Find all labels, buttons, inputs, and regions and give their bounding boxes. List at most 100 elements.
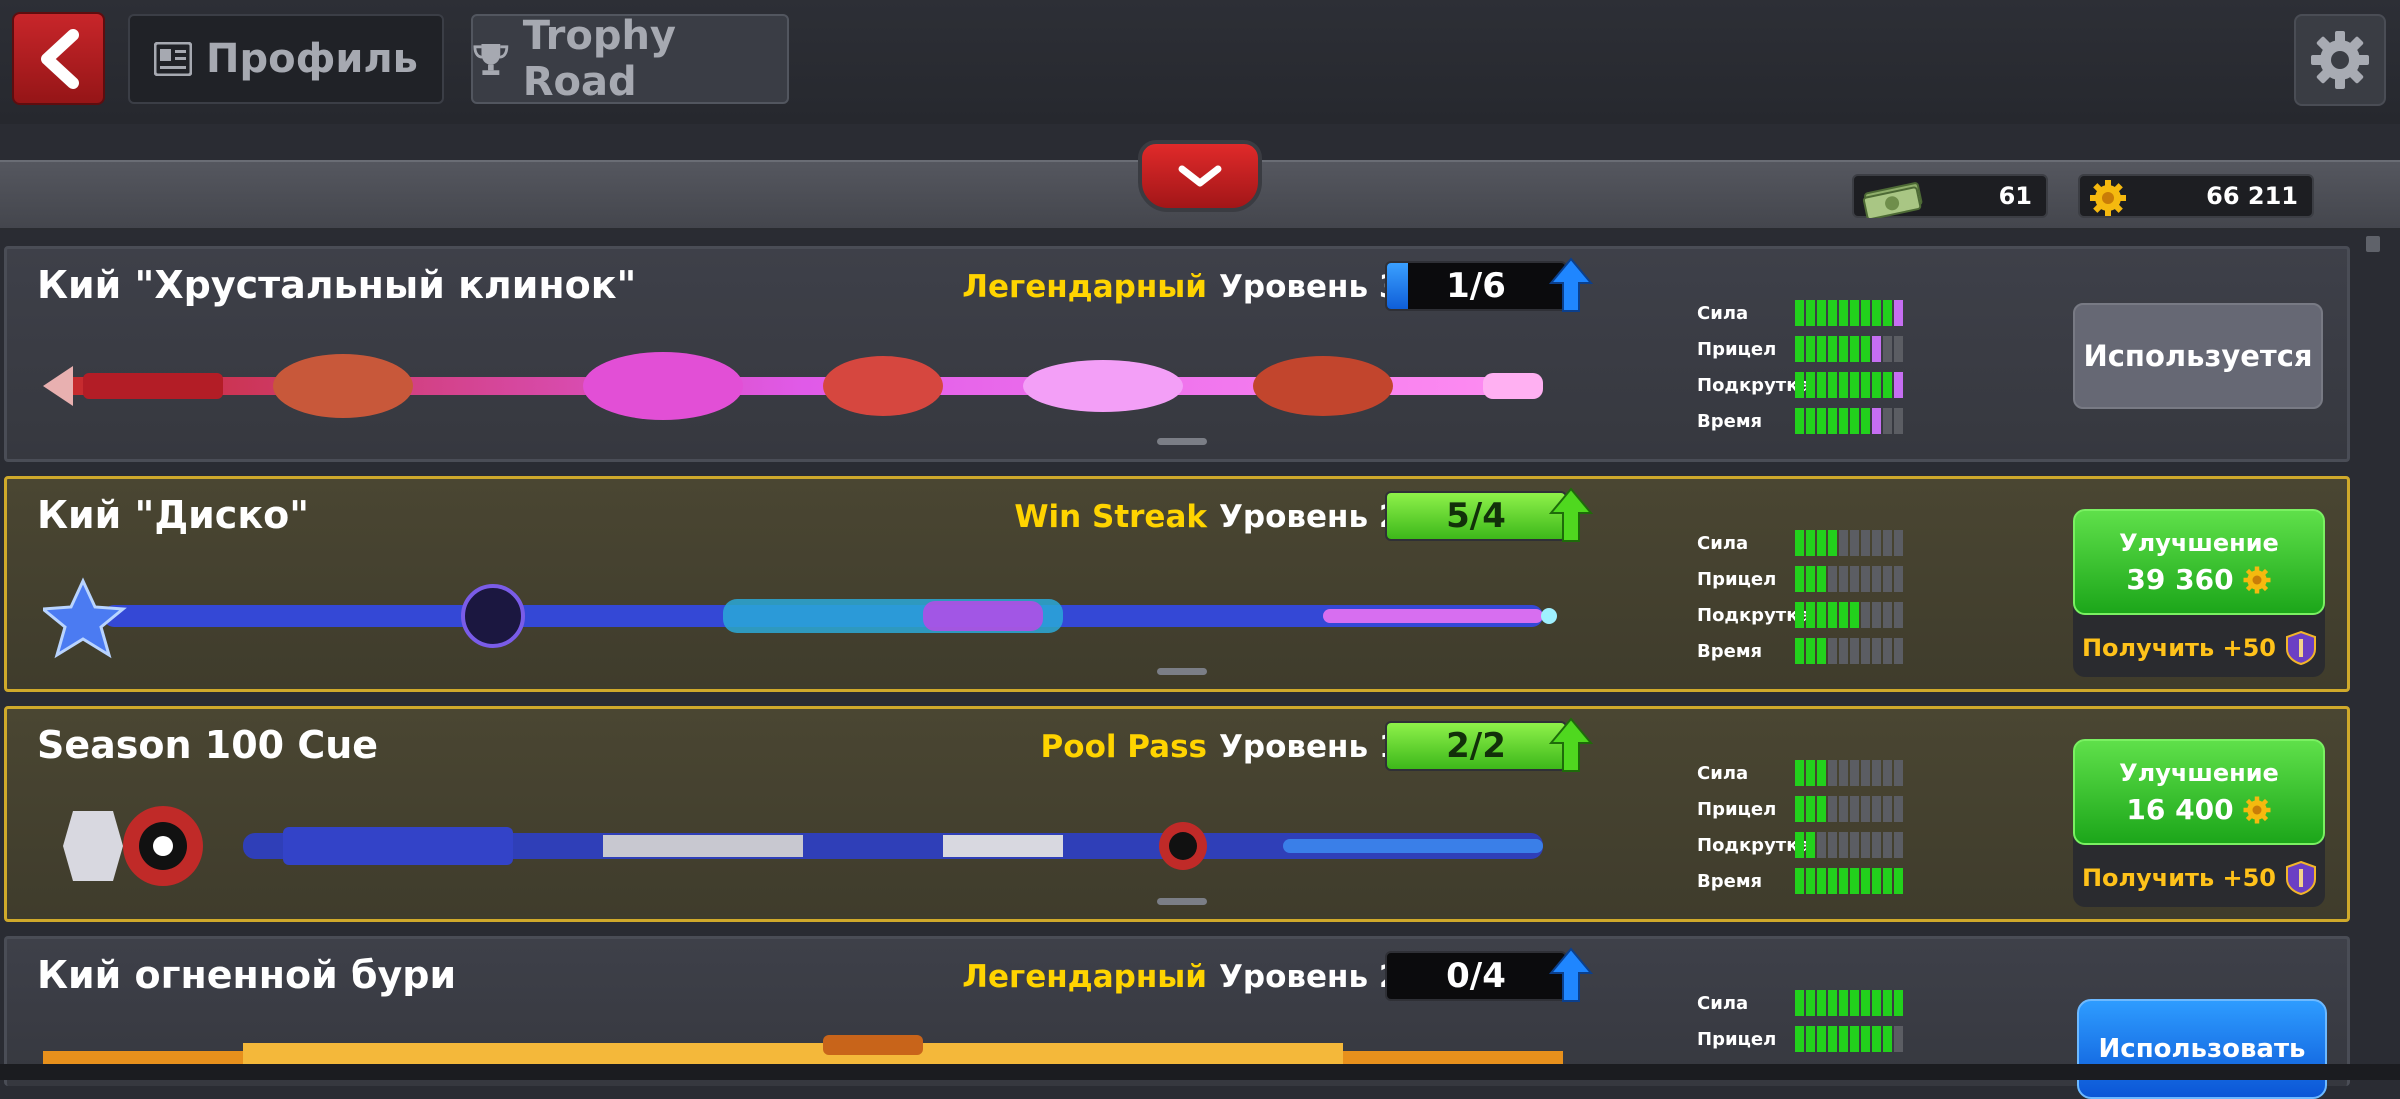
stat-segment bbox=[1806, 868, 1815, 894]
stat-segment bbox=[1850, 638, 1859, 664]
stat-segment bbox=[1817, 1026, 1826, 1052]
stat-segment bbox=[1795, 832, 1804, 858]
stat-segment bbox=[1861, 868, 1870, 894]
stat-segment bbox=[1872, 336, 1881, 362]
stat-bar bbox=[1795, 566, 1903, 592]
stat-segment bbox=[1828, 990, 1837, 1016]
settings-button[interactable] bbox=[2294, 14, 2386, 106]
use-button[interactable]: Использовать bbox=[2077, 999, 2327, 1099]
stat-label: Подкрутка bbox=[1697, 374, 1811, 396]
stat-segment bbox=[1883, 760, 1892, 786]
top-bar: Профиль Trophy Road bbox=[0, 0, 2400, 124]
in-use-button[interactable]: Используется bbox=[2073, 303, 2323, 409]
cue-name: Кий "Хрустальный клинок" bbox=[37, 263, 637, 307]
cue-piece-icon bbox=[2286, 861, 2317, 895]
stat-segment bbox=[1828, 372, 1837, 398]
back-button[interactable] bbox=[12, 12, 105, 105]
scrollbar[interactable] bbox=[2366, 236, 2380, 252]
cue-rarity: Легендарный bbox=[962, 269, 1207, 305]
stat-segment bbox=[1817, 566, 1826, 592]
stat-label: Сила bbox=[1697, 762, 1749, 784]
stat-spin: Подкрутка bbox=[1697, 827, 1903, 863]
stat-segment bbox=[1883, 990, 1892, 1016]
stat-segment bbox=[1850, 1026, 1859, 1052]
tab-profile[interactable]: Профиль bbox=[128, 14, 444, 104]
stat-segment bbox=[1817, 760, 1826, 786]
stat-segment bbox=[1894, 990, 1903, 1016]
stat-segment bbox=[1861, 300, 1870, 326]
stat-time: Время bbox=[1697, 633, 1903, 669]
stat-segment bbox=[1872, 530, 1881, 556]
upgrade-button[interactable]: Улучшение 16 400 bbox=[2073, 739, 2325, 845]
stat-segment bbox=[1806, 372, 1815, 398]
collapse-button[interactable] bbox=[1138, 140, 1262, 212]
upgrade-button[interactable]: Улучшение 39 360 bbox=[2073, 509, 2325, 615]
stat-segment bbox=[1828, 868, 1837, 894]
stat-segment bbox=[1850, 530, 1859, 556]
level-progress-text: 0/4 bbox=[1446, 956, 1506, 996]
stat-spin: Подкрутка bbox=[1697, 597, 1903, 633]
stat-label: Прицел bbox=[1697, 568, 1777, 590]
level-up-arrow-icon bbox=[1549, 717, 1593, 772]
stat-label: Время bbox=[1697, 640, 1763, 662]
stat-segment bbox=[1795, 530, 1804, 556]
get-pieces-label: Получить +50 bbox=[2081, 864, 2277, 892]
cue-name: Кий огненной бури bbox=[37, 953, 457, 997]
get-pieces-button[interactable]: Получить +50 bbox=[2073, 623, 2325, 673]
stat-power: Сила bbox=[1697, 525, 1903, 561]
stat-segment bbox=[1894, 832, 1903, 858]
stat-label: Сила bbox=[1697, 532, 1749, 554]
cash-value: 61 bbox=[1998, 182, 2032, 210]
stat-segment bbox=[1850, 990, 1859, 1016]
stat-segment bbox=[1883, 602, 1892, 628]
level-up-arrow-icon bbox=[1549, 947, 1593, 1002]
stat-segment bbox=[1861, 796, 1870, 822]
back-arrow-icon bbox=[40, 28, 79, 89]
stat-segment bbox=[1795, 990, 1804, 1016]
stat-segment bbox=[1850, 796, 1859, 822]
stat-segment bbox=[1894, 300, 1903, 326]
stat-segment bbox=[1883, 336, 1892, 362]
stat-segment bbox=[1795, 336, 1804, 362]
cue-row-crystal-blade[interactable]: Кий "Хрустальный клинок" Легендарный Уро… bbox=[4, 246, 2350, 462]
cue-row-disco[interactable]: Кий "Диско" Win Streak Уровень 2 5/4 Сил… bbox=[4, 476, 2350, 692]
stat-label: Подкрутка bbox=[1697, 604, 1811, 626]
row-handle bbox=[1157, 668, 1207, 675]
coin-balance[interactable]: 66 211 bbox=[2078, 174, 2314, 218]
stat-segment bbox=[1828, 530, 1837, 556]
cue-stats: Сила Прицел bbox=[1697, 985, 1903, 1057]
get-pieces-button[interactable]: Получить +50 bbox=[2073, 853, 2325, 903]
stat-segment bbox=[1795, 638, 1804, 664]
stat-segment bbox=[1872, 300, 1881, 326]
stat-segment bbox=[1839, 372, 1848, 398]
stat-power: Сила bbox=[1697, 755, 1903, 791]
cue-name: Season 100 Cue bbox=[37, 723, 379, 767]
stat-segment bbox=[1828, 300, 1837, 326]
cue-level: Уровень 2 bbox=[1219, 959, 1401, 995]
cue-image-season-100 bbox=[63, 806, 1543, 886]
stat-bar bbox=[1795, 408, 1903, 434]
upgrade-price: 39 360 bbox=[2126, 563, 2234, 596]
cash-balance[interactable]: 61 bbox=[1852, 174, 2048, 218]
upgrade-panel: Улучшение 16 400 Получить +50 bbox=[2073, 739, 2325, 907]
stat-segment bbox=[1883, 530, 1892, 556]
stat-segment bbox=[1817, 868, 1826, 894]
stat-segment bbox=[1806, 760, 1815, 786]
stat-segment bbox=[1883, 372, 1892, 398]
stat-segment bbox=[1828, 1026, 1837, 1052]
stat-segment bbox=[1817, 300, 1826, 326]
tab-trophy-road[interactable]: Trophy Road bbox=[471, 13, 789, 105]
stat-segment bbox=[1817, 530, 1826, 556]
gear-icon bbox=[2311, 31, 2369, 89]
stat-segment bbox=[1872, 796, 1881, 822]
stat-segment bbox=[1839, 638, 1848, 664]
level-up-arrow-icon bbox=[1549, 257, 1593, 312]
stat-segment bbox=[1806, 832, 1815, 858]
stat-segment bbox=[1839, 760, 1848, 786]
stat-label: Сила bbox=[1697, 302, 1749, 324]
stat-segment bbox=[1850, 300, 1859, 326]
stat-segment bbox=[1883, 638, 1892, 664]
cue-row-season-100[interactable]: Season 100 Cue Pool Pass Уровень 1 2/2 С… bbox=[4, 706, 2350, 922]
stat-segment bbox=[1872, 832, 1881, 858]
stat-segment bbox=[1828, 796, 1837, 822]
